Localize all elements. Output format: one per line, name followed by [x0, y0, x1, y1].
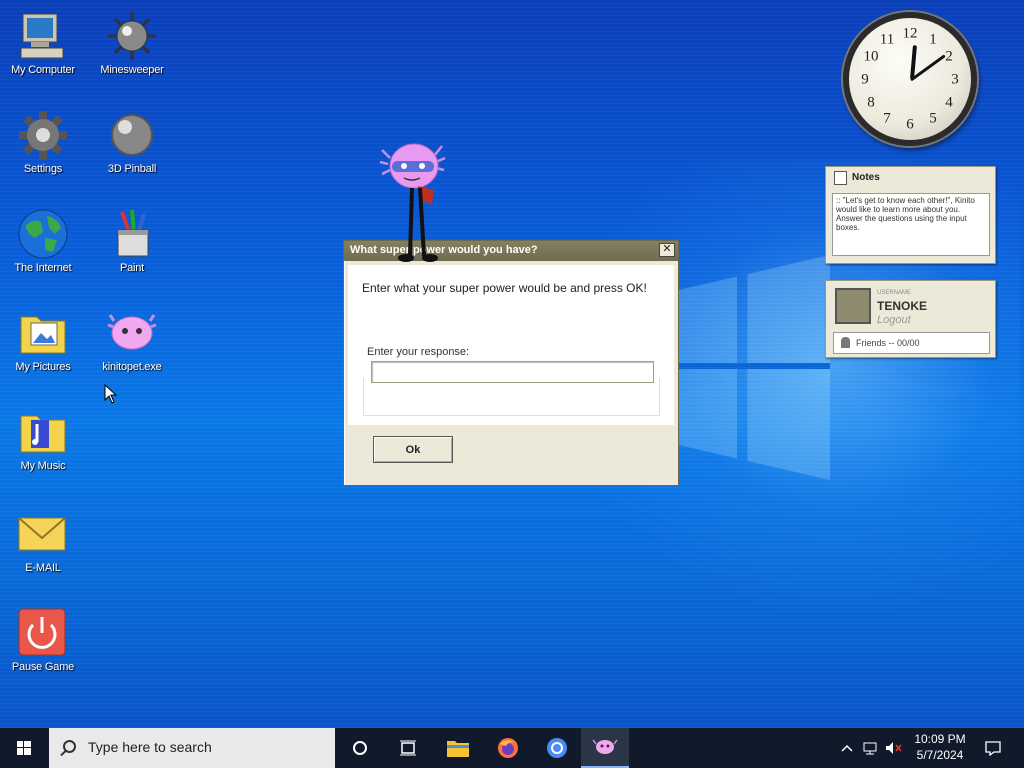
desktop-icon-label: Settings — [23, 163, 63, 175]
firefox-icon — [498, 738, 518, 758]
desktop-icon-3d-pinball[interactable]: 3D Pinball — [87, 109, 177, 175]
cortana-circle-icon — [353, 741, 367, 755]
clock-number: 10 — [863, 48, 879, 65]
desktop-icon-label: Minesweeper — [100, 64, 164, 76]
username-caption: USERNAME — [877, 290, 912, 296]
clock-number: 9 — [861, 71, 869, 88]
desktop-icon-email[interactable]: E-MAIL — [0, 508, 88, 574]
desktop-icon-label: kinitopet.exe — [102, 361, 162, 373]
taskbar-file-explorer[interactable] — [434, 728, 482, 768]
clock-number: 8 — [867, 94, 875, 111]
search-icon — [63, 740, 76, 753]
dialog-body: Enter what your super power would be and… — [348, 265, 674, 425]
clock-number: 3 — [951, 71, 959, 88]
super-power-dialog: What super power would you have? ✕ Enter… — [343, 240, 679, 486]
pictures-folder-icon — [20, 316, 66, 354]
taskbar-time: 10:09 PM — [914, 732, 966, 746]
windows-start-icon — [17, 741, 31, 755]
analog-clock-widget: 12 1 2 3 4 5 6 7 8 9 10 11 — [843, 12, 977, 146]
taskbar-firefox[interactable] — [484, 728, 532, 768]
start-button[interactable] — [0, 728, 48, 768]
desktop-icon-label: The Internet — [14, 262, 72, 274]
notes-widget: Notes :: "Let's get to know each other!"… — [825, 166, 996, 264]
username: TENOKE — [877, 299, 928, 313]
desktop-icon-my-music[interactable]: My Music — [0, 406, 88, 472]
desktop-icon-pause-game[interactable]: Pause Game — [0, 607, 88, 673]
task-view-button[interactable] — [384, 728, 432, 768]
globe-icon — [18, 209, 68, 259]
kinito-icon — [592, 739, 618, 754]
paint-icon — [117, 209, 149, 257]
clock-number: 5 — [929, 110, 937, 127]
taskbar-clock[interactable]: 10:09 PM 5/7/2024 — [905, 731, 975, 763]
clock-number: 4 — [945, 94, 953, 111]
taskbar-chrome[interactable] — [533, 728, 581, 768]
kinito-pet-character[interactable] — [378, 138, 448, 263]
network-icon — [863, 742, 877, 755]
clock-number: 11 — [879, 31, 895, 48]
search-placeholder: Type here to search — [88, 739, 212, 755]
avatar — [835, 288, 871, 324]
gear-icon — [19, 111, 67, 159]
cortana-button[interactable] — [336, 728, 384, 768]
response-input[interactable] — [371, 361, 654, 383]
close-button[interactable]: ✕ — [659, 243, 675, 257]
desktop-icon-kinitopet[interactable]: kinitopet.exe — [87, 307, 177, 373]
pinball-icon — [111, 114, 153, 156]
desktop-icon-settings[interactable]: Settings — [0, 109, 88, 175]
logout-link[interactable]: Logout — [877, 314, 911, 326]
mouse-cursor-icon — [104, 384, 118, 404]
notes-header: Notes — [826, 167, 995, 189]
clock-number: 6 — [906, 116, 914, 133]
desktop-icon-label: My Music — [20, 460, 66, 472]
person-icon — [841, 337, 850, 348]
desktop-icon-label: E-MAIL — [25, 562, 61, 574]
desktop-icon-label: Paint — [119, 262, 145, 274]
music-folder-icon — [20, 415, 66, 453]
clock-number: 7 — [883, 110, 891, 127]
folder-icon — [447, 741, 469, 757]
speaker-muted-icon — [886, 742, 902, 754]
show-hidden-icons-button[interactable] — [838, 728, 856, 768]
kinito-icon — [107, 314, 157, 350]
dialog-prompt: Enter what your super power would be and… — [362, 281, 647, 295]
desktop-icon-label: My Pictures — [15, 361, 71, 373]
taskbar-kinitopet[interactable] — [581, 728, 629, 768]
desktop-icon-paint[interactable]: Paint — [87, 208, 177, 274]
friends-box[interactable]: Friends -- 00/00 — [833, 332, 990, 354]
desktop-icon-label: My Computer — [11, 64, 75, 76]
desktop-icon-label: Pause Game — [11, 661, 75, 673]
computer-icon — [20, 13, 64, 59]
taskbar-search-box[interactable]: Type here to search — [49, 728, 335, 768]
clock-number: 1 — [929, 31, 937, 48]
action-center-icon — [985, 741, 1001, 756]
friends-count: Friends -- 00/00 — [856, 338, 920, 348]
response-groupbox — [363, 378, 660, 416]
notes-title: Notes — [852, 172, 880, 183]
notes-text: :: "Let's get to know each other!", Kini… — [832, 193, 990, 256]
taskbar: Type here to search 10:09 PM 5/7/2024 — [0, 728, 1024, 768]
chevron-up-icon — [841, 744, 853, 752]
envelope-icon — [18, 517, 66, 551]
profile-widget: USERNAME TENOKE Logout Friends -- 00/00 — [825, 280, 996, 358]
response-label: Enter your response: — [367, 346, 470, 358]
chrome-icon — [547, 738, 567, 758]
desktop-icon-internet[interactable]: The Internet — [0, 208, 88, 274]
taskbar-date: 5/7/2024 — [916, 748, 964, 762]
desktop-icon-label: 3D Pinball — [107, 163, 157, 175]
mine-icon — [108, 12, 156, 60]
notepad-icon — [834, 171, 847, 185]
notifications-button[interactable] — [978, 728, 1008, 768]
task-view-icon — [400, 740, 416, 756]
desktop-icon-my-pictures[interactable]: My Pictures — [0, 307, 88, 373]
volume-status[interactable] — [883, 728, 905, 768]
desktop-icon-minesweeper[interactable]: Minesweeper — [87, 10, 177, 76]
power-icon — [18, 608, 66, 656]
network-status[interactable] — [860, 728, 882, 768]
ok-button[interactable]: Ok — [373, 436, 453, 463]
clock-number: 12 — [902, 25, 918, 42]
desktop-icon-my-computer[interactable]: My Computer — [0, 10, 88, 76]
